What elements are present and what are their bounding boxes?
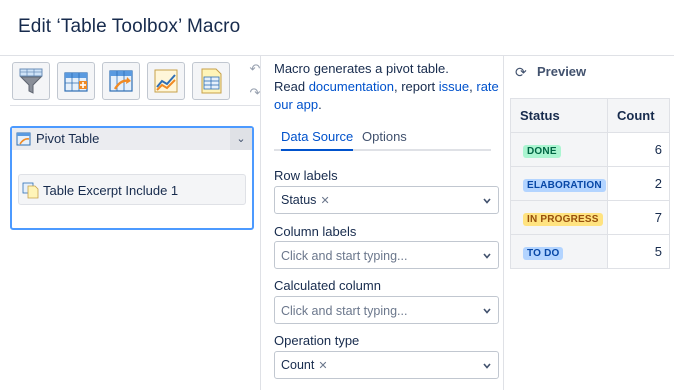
chart-icon [154,69,178,93]
calculated-column-select[interactable]: Click and start typing... [274,296,499,324]
status-chip: Status ✕ [281,193,330,209]
tree-node-label: Pivot Table [36,131,100,146]
column-labels-label: Column labels [274,224,357,239]
status-lozenge: DONE [523,144,561,158]
status-cell: DONE [510,132,608,167]
funnel-icon [19,68,43,94]
status-cell: IN PROGRESS [510,200,608,235]
transform-table-icon [109,70,133,92]
column-labels-placeholder: Click and start typing... [281,249,408,263]
macro-description: Macro generates a pivot table. Read docu… [274,60,500,114]
status-lozenge: TO DO [523,246,564,260]
status-cell: TO DO [510,234,608,269]
pivot-table-icon [16,132,31,146]
table-excerpt-button[interactable] [192,62,230,100]
filter-macro-button[interactable] [12,62,50,100]
table-excerpt-icon [22,182,39,199]
tab-options[interactable]: Options [362,129,407,151]
column-labels-select[interactable]: Click and start typing... [274,241,499,269]
chevron-down-icon [483,363,491,369]
transform-table-button[interactable] [102,62,140,100]
settings-panel: Macro generates a pivot table. Read docu… [262,56,504,390]
table-row: DONE 6 [510,132,670,167]
count-cell: 5 [607,234,670,269]
macro-toolbar: ↶ ↷ [10,60,260,106]
redo-icon[interactable]: ↷ [248,86,262,100]
count-cell: 2 [607,166,670,201]
status-lozenge: IN PROGRESS [523,212,603,226]
remove-chip-icon[interactable]: ✕ [320,195,329,207]
chevron-down-icon [483,253,491,259]
table-header-row: Status Count [510,98,670,133]
description-read: Read [274,79,309,94]
preview-title: Preview [537,64,587,79]
issue-link[interactable]: issue [439,79,469,94]
chip-label: Count [281,358,315,372]
table-row: ELABORATION 2 [510,166,670,201]
chevron-down-icon[interactable]: ⌄ [230,128,252,150]
count-cell: 6 [607,132,670,167]
macro-tree: Pivot Table ⌄ Table Excerpt Include 1 [10,126,254,230]
chip-label: Status [281,193,317,207]
tree-node-label: Table Excerpt Include 1 [43,183,179,198]
status-cell: ELABORATION [510,166,608,201]
status-lozenge: ELABORATION [523,178,606,192]
chevron-down-icon [483,308,491,314]
preview-panel: ⟳ Preview Status Count DONE 6 ELABORATIO… [505,56,674,390]
description-period: . [318,97,322,112]
table-row: IN PROGRESS 7 [510,200,670,235]
operation-type-select[interactable]: Count ✕ [274,351,499,379]
dialog-title: Edit ‘Table Toolbox’ Macro [18,16,241,37]
settings-tabs: Data Source Options [274,129,491,151]
tree-node-table-excerpt[interactable]: Table Excerpt Include 1 [18,174,246,205]
tab-data-source[interactable]: Data Source [281,129,354,151]
refresh-icon[interactable]: ⟳ [515,64,527,81]
chart-button[interactable] [147,62,185,100]
dialog-header: Edit ‘Table Toolbox’ Macro [0,0,674,56]
chevron-down-icon [483,198,491,204]
remove-chip-icon[interactable]: ✕ [318,360,327,372]
column-header-count: Count [607,98,670,133]
macro-tree-panel: ↶ ↷ Pivot Table ⌄ Table Excerpt Include … [0,56,261,390]
preview-table: Status Count DONE 6 ELABORATION 2 IN PRO… [510,98,670,269]
count-cell: 7 [607,200,670,235]
add-table-button[interactable] [57,62,95,100]
row-labels-label: Row labels [274,168,338,183]
table-excerpt-icon [201,68,222,94]
count-chip: Count ✕ [281,358,328,374]
operation-type-label: Operation type [274,333,360,348]
description-text: Macro generates a pivot table. [274,61,449,76]
tree-node-pivot-table[interactable]: Pivot Table ⌄ [12,128,252,150]
description-report: , report [393,79,439,94]
calculated-column-label: Calculated column [274,278,381,293]
documentation-link[interactable]: documentation [309,79,394,94]
table-row: TO DO 5 [510,234,670,269]
row-labels-select[interactable]: Status ✕ [274,186,499,214]
undo-icon[interactable]: ↶ [248,62,262,76]
add-table-icon [64,72,88,92]
calculated-column-placeholder: Click and start typing... [281,304,408,318]
column-header-status: Status [510,98,608,133]
